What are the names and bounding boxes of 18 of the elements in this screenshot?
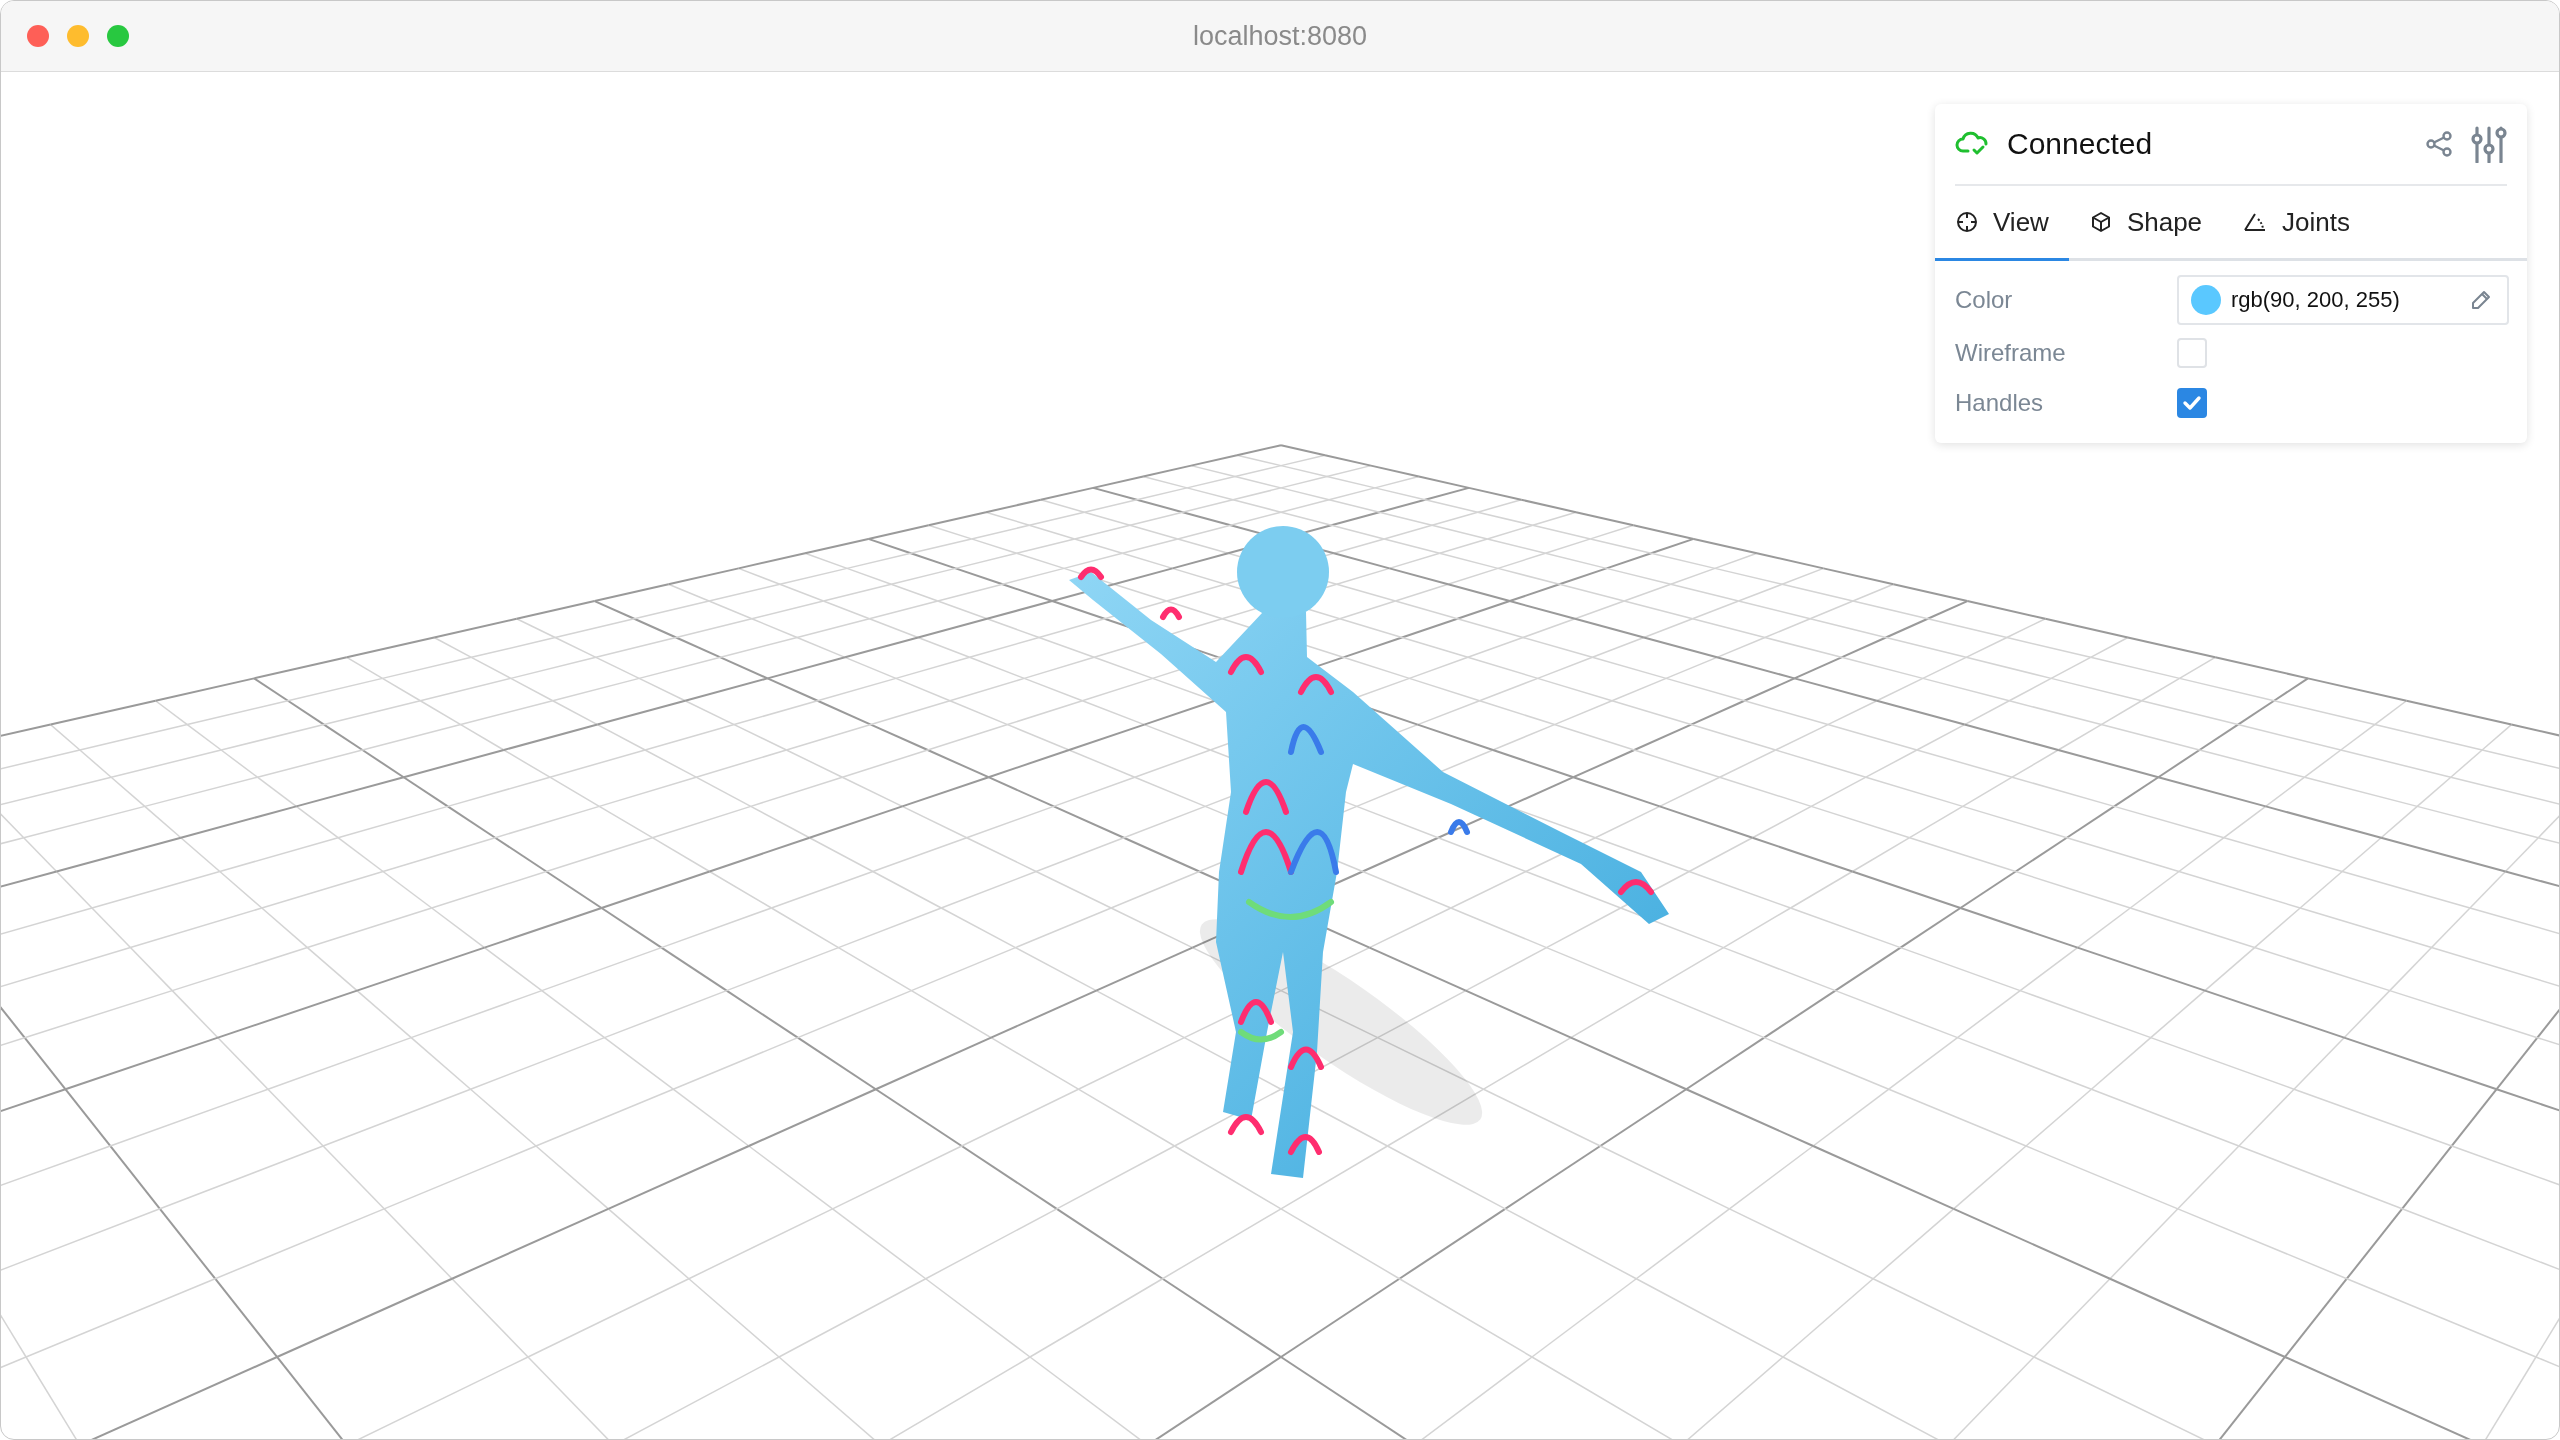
crosshair-icon [1955,210,1979,234]
tab[interactable]: Joints [2222,186,2370,261]
sliders-icon[interactable] [2471,125,2507,163]
close-button[interactable] [27,25,49,47]
checkmark-icon [2182,395,2202,411]
eyedropper-icon[interactable] [2469,288,2493,312]
setting-label: Color [1955,286,2014,314]
tab[interactable]: Shape [2068,186,2223,261]
checkbox[interactable] [2177,388,2207,418]
window-title: localhost:8080 [1192,20,1368,51]
setting-label: Handles [1955,389,2045,417]
share-icon[interactable] [2425,130,2453,158]
tab[interactable]: View [1935,186,2069,261]
cloud-check-icon [1955,131,1989,157]
setting-label: Wireframe [1955,339,2067,367]
color-field[interactable]: rgb(90, 200, 255) [2177,275,2509,325]
maximize-button[interactable] [107,25,129,47]
connection-status: Connected [2007,127,2154,161]
